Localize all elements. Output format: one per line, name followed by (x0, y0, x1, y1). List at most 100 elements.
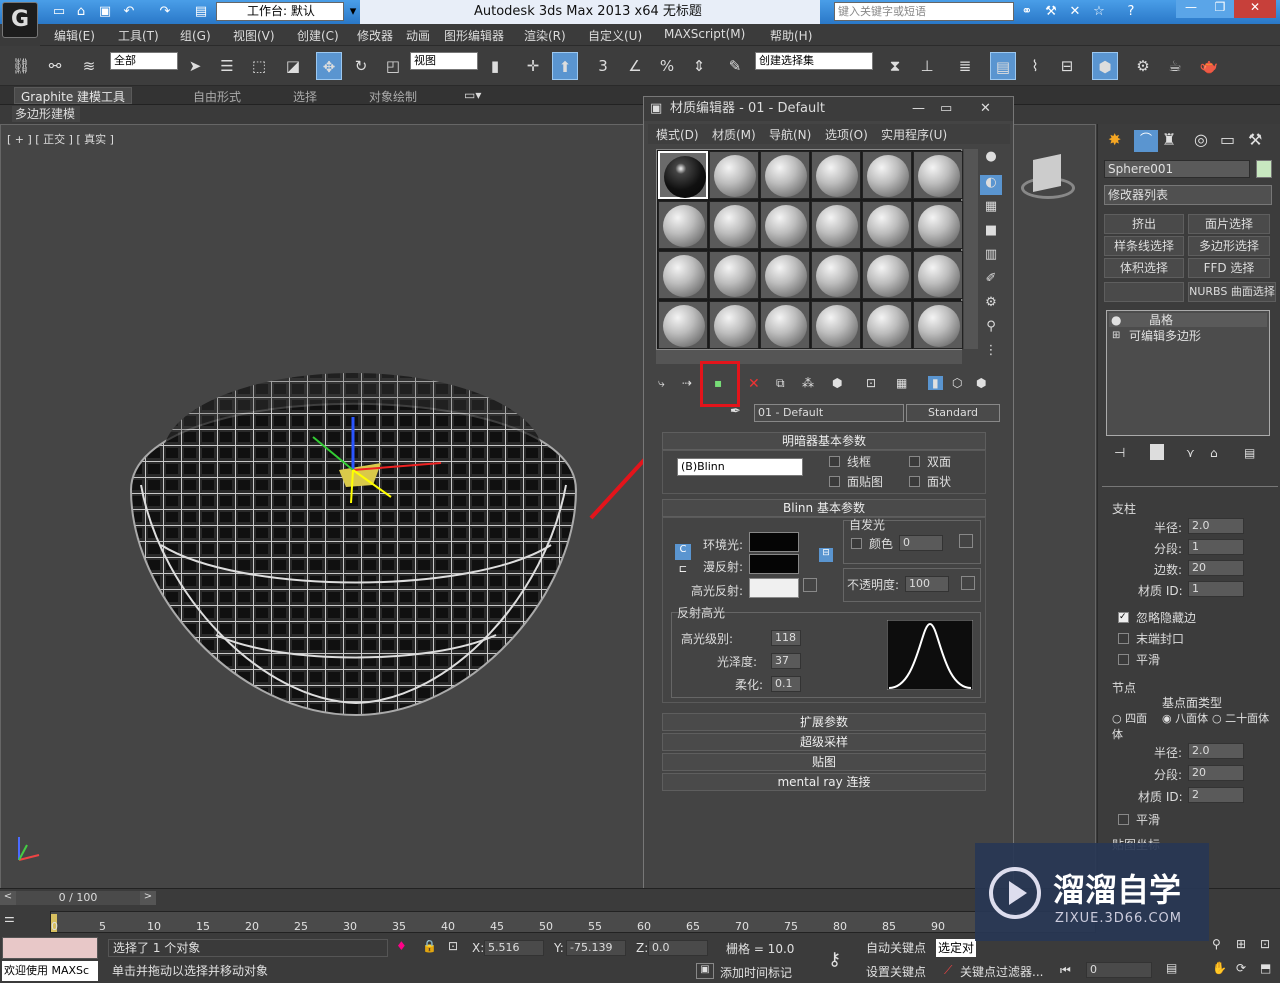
menu-maxscript[interactable]: MAXScript(M) (664, 27, 745, 41)
tetra-radio[interactable]: ○ 四面体 (1112, 710, 1152, 742)
lightbulb-icon[interactable]: ● (1111, 313, 1121, 327)
menu-graph-editors[interactable]: 图形编辑器 (444, 27, 504, 44)
go-sibling-icon[interactable]: ⬢ (976, 376, 986, 390)
maximize-button[interactable]: ❐ (1206, 0, 1234, 18)
select-by-material-icon[interactable]: ⚲ (980, 319, 1002, 339)
show-map-icon[interactable]: ▦ (896, 376, 907, 390)
me-restore-button[interactable]: ▭ (940, 97, 952, 121)
menu-edit[interactable]: 编辑(E) (54, 27, 95, 44)
time-prev-button[interactable]: < (0, 891, 16, 905)
self-illum-spinner[interactable]: 0 (899, 535, 943, 551)
edit-named-sel-icon[interactable]: ✎ (722, 52, 748, 80)
me-close-button[interactable]: ✕ (980, 97, 991, 121)
maximize-viewport-icon[interactable]: ⬒ (1260, 961, 1271, 975)
sample-slot[interactable] (913, 301, 963, 349)
lock-icon[interactable]: ⊟ (819, 548, 833, 562)
zoom-all-icon[interactable]: ⊞ (1236, 937, 1246, 951)
configure-sets-icon[interactable]: ▤ (1244, 446, 1255, 460)
isolate-icon[interactable]: ♦ (396, 939, 407, 953)
show-end-result-icon[interactable] (1150, 444, 1164, 460)
octa-radio[interactable]: ◉ 八面体 (1162, 710, 1214, 726)
motion-tab-icon[interactable]: ◎ (1194, 130, 1208, 149)
two-sided-checkbox[interactable] (909, 456, 920, 467)
sample-slot[interactable] (658, 201, 708, 249)
tab-selection[interactable]: 选择 (293, 88, 317, 105)
me-menu-utilities[interactable]: 实用程序(U) (881, 126, 947, 143)
video-color-check-icon[interactable]: ▥ (980, 247, 1002, 267)
menu-views[interactable]: 视图(V) (233, 27, 275, 44)
menu-group[interactable]: 组(G) (180, 27, 211, 44)
sample-slot[interactable] (658, 151, 708, 199)
minimize-button[interactable]: — (1176, 0, 1206, 18)
faceted-checkbox[interactable] (909, 476, 920, 487)
keyboard-shortcut-icon[interactable]: ⬆ (552, 52, 578, 80)
make-unique-icon[interactable]: ⋎ (1186, 446, 1195, 460)
smooth-checkbox[interactable] (1118, 654, 1129, 665)
icosa-radio[interactable]: ○ 二十面体 (1212, 710, 1278, 726)
joint-segments-spinner[interactable]: 20 (1188, 765, 1244, 781)
tab-graphite[interactable]: Graphite 建模工具 (14, 87, 133, 104)
go-parent-icon[interactable]: ⬡ (952, 376, 962, 390)
opacity-spinner[interactable]: 100 (905, 576, 949, 592)
track-bar[interactable]: 0 5 10 15 20 25 30 35 40 45 50 55 60 65 … (50, 911, 1096, 933)
graphite-toggle-icon[interactable]: ▤ (990, 52, 1016, 80)
layer-manager-icon[interactable]: ≣ (952, 52, 978, 80)
sample-slot[interactable] (658, 251, 708, 299)
sample-slot[interactable] (760, 301, 810, 349)
menu-help[interactable]: 帮助(H) (770, 27, 812, 44)
tab-freeform[interactable]: 自由形式 (193, 88, 241, 105)
tools-icon[interactable]: ⚒ (1042, 3, 1060, 21)
align-icon[interactable]: ⊥ (914, 52, 940, 80)
pivot-center-icon[interactable]: ▮ (482, 52, 508, 80)
make-unique-icon[interactable]: ⁂ (802, 376, 814, 390)
sample-type-icon[interactable]: ● (980, 149, 1002, 169)
specular-swatch[interactable] (749, 578, 799, 598)
track-bar-icon[interactable]: ⚌ (4, 911, 32, 931)
menu-modifiers[interactable]: 修改器 (357, 27, 393, 44)
workspace-dropdown[interactable]: 工作台: 默认 (216, 2, 344, 21)
render-production-icon[interactable]: 🫖 (1196, 52, 1222, 80)
ignore-hidden-checkbox[interactable]: ✓ (1118, 612, 1129, 623)
sample-slot[interactable] (862, 301, 912, 349)
object-color-swatch[interactable] (1256, 160, 1272, 178)
ambient-swatch[interactable] (749, 532, 799, 552)
remove-modifier-icon[interactable]: ⌂ (1210, 446, 1218, 460)
backlight-icon[interactable]: ◐ (980, 175, 1002, 195)
patch-select-button[interactable]: 面片选择 (1188, 214, 1270, 234)
close-button[interactable]: ✕ (1234, 0, 1276, 18)
app-logo-icon[interactable]: G (2, 2, 38, 38)
z-coord-field[interactable]: 0.0 (648, 940, 708, 956)
sample-slot[interactable] (913, 151, 963, 199)
utilities-tab-icon[interactable]: ⚒ (1248, 130, 1262, 149)
material-editor-icon[interactable]: ⬢ (1092, 52, 1118, 80)
select-move-icon[interactable]: ✥ (316, 52, 342, 80)
hierarchy-tab-icon[interactable]: ♜ (1162, 130, 1176, 149)
make-preview-icon[interactable]: ✐ (980, 271, 1002, 291)
specular-map-button[interactable] (803, 578, 817, 592)
sample-slot[interactable] (709, 251, 759, 299)
joint-smooth-checkbox[interactable] (1118, 814, 1129, 825)
segments-spinner[interactable]: 1 (1188, 539, 1244, 555)
selected-dropdown[interactable]: 选定对 (936, 939, 976, 957)
current-frame-field[interactable]: 0 (1086, 962, 1152, 978)
select-object-icon[interactable]: ➤ (182, 52, 208, 80)
material-name-field[interactable]: 01 - Default (754, 404, 904, 422)
get-material-icon[interactable]: ⤷ (658, 376, 665, 391)
object-name-field[interactable]: Sphere001 (1104, 160, 1250, 178)
radius-spinner[interactable]: 2.0 (1188, 518, 1244, 534)
sample-slot[interactable] (811, 201, 861, 249)
uv-tiling-icon[interactable]: ■ (980, 223, 1002, 243)
sample-slot[interactable] (760, 201, 810, 249)
extended-params-rollout[interactable]: 扩展参数 (662, 713, 986, 731)
sample-slot[interactable] (760, 251, 810, 299)
spline-select-button[interactable]: 样条线选择 (1104, 236, 1184, 256)
ref-coord-dropdown[interactable]: 视图 (410, 52, 478, 70)
add-time-tag[interactable]: 添加时间标记 (720, 964, 792, 981)
ffd-select-button[interactable]: FFD 选择 (1188, 258, 1270, 278)
project-icon[interactable]: ▤ (192, 3, 210, 21)
schematic-view-icon[interactable]: ⊟ (1054, 52, 1080, 80)
me-menu-material[interactable]: 材质(M) (712, 126, 756, 143)
lock-ambient-icon[interactable]: C (675, 544, 691, 560)
unlink-icon[interactable]: ⚯ (42, 52, 68, 80)
search-input[interactable]: 键入关键字或短语 (834, 2, 1014, 21)
